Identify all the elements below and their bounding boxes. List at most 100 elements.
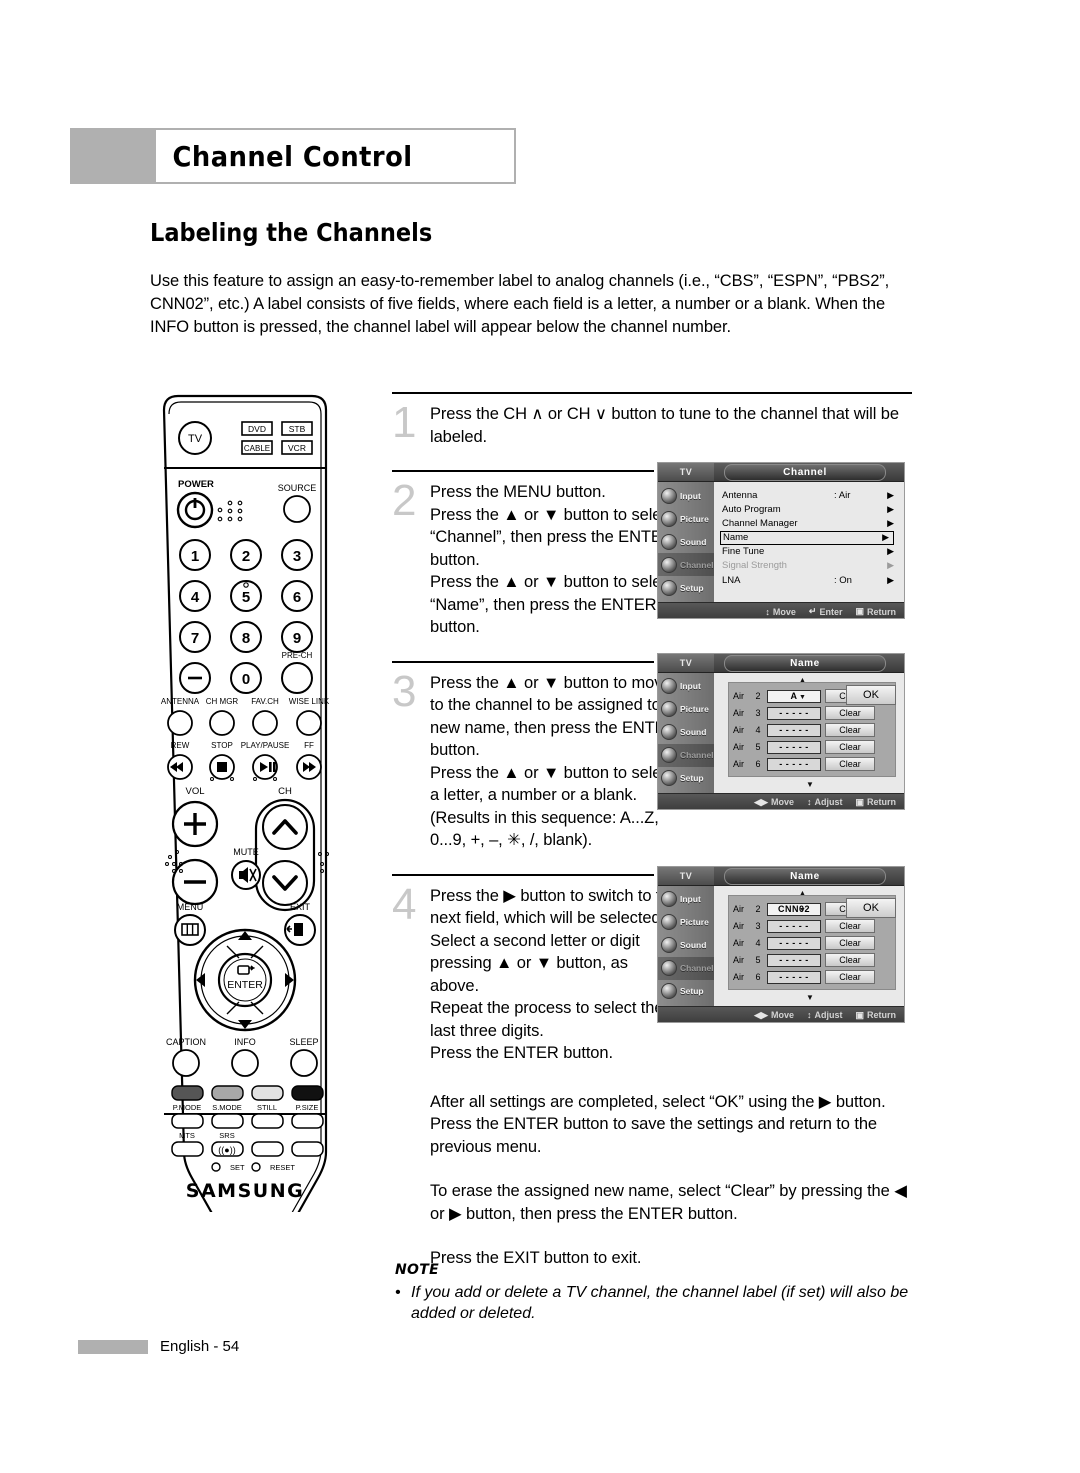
name-input-field[interactable]: - - - - - [767,919,821,933]
sidebar-item-setup[interactable]: Setup [658,980,714,1003]
sidebar-item-label: Sound [680,536,707,547]
menu-row[interactable]: Antenna : Air ▶ [722,488,898,502]
osd-title: Name [724,654,886,672]
caret-down-icon: ▼ [799,693,806,701]
name-input-field[interactable]: - - - - - [767,970,821,984]
sidebar-item-input[interactable]: Input [658,484,714,507]
name-input-field[interactable]: - - - - - [767,757,821,771]
name-row[interactable]: Air 6 - - - - - Clear [733,756,895,773]
menu-row[interactable]: LNA : On ▶ [722,573,898,587]
caret-down-icon: ▼ [799,906,806,914]
ok-button[interactable]: OK [846,684,896,705]
sidebar-item-picture[interactable]: Picture [658,698,714,721]
svg-text:RESET: RESET [270,1163,295,1172]
step-number: 3 [392,666,417,716]
sidebar-item-sound[interactable]: Sound [658,530,714,553]
svg-text:8: 8 [242,630,250,647]
menu-label: Antenna [722,489,758,501]
name-row[interactable]: Air 4 - - - - - Clear [733,722,895,739]
sidebar-item-label: Picture [680,917,709,927]
clear-button[interactable]: Clear [825,740,875,754]
remote-control-illustration: TV DVD STB CABLE VCR POWER SOURCE 1 2 3 … [150,392,340,1212]
name-input-field[interactable]: - - - - - [767,723,821,737]
step-4: 4 Press the ▶ button to switch to the ne… [392,865,922,1065]
svg-text:3: 3 [293,548,301,565]
svg-text:9: 9 [293,630,301,647]
tail-paragraph-1: After all settings are completed, select… [430,1092,886,1156]
input-icon [661,891,677,907]
updown-arrows-icon: ↕ [806,1010,812,1020]
step-1: 1 Press the CH ∧ or CH ∨ button to tune … [392,392,922,448]
band-label: Air [733,955,744,965]
channel-icon [661,556,677,573]
chevron-right-icon: ▶ [887,560,894,571]
sidebar-item-channel[interactable]: Channel [658,553,714,576]
clear-button[interactable]: Clear [825,706,875,720]
band-label: Air [733,904,744,914]
svg-text:FAV.CH: FAV.CH [251,697,279,706]
band-label: Air [733,759,744,769]
menu-row[interactable]: Channel Manager ▶ [722,516,898,530]
name-input-field[interactable]: - - - - - [767,953,821,967]
step-number: 4 [392,879,417,929]
band-label: Air [733,708,744,718]
name-row[interactable]: Air 5 - - - - - Clear [733,952,895,969]
sidebar-item-setup[interactable]: Setup [658,767,714,790]
clear-button[interactable]: Clear [825,723,875,737]
svg-text:SAMSUNG: SAMSUNG [186,1180,304,1202]
sidebar-item-channel[interactable]: Channel [658,743,714,767]
sidebar-item-label: Channel [680,559,714,570]
channel-number: 5 [755,955,761,965]
ok-button[interactable]: OK [846,897,896,918]
clear-button[interactable]: Clear [825,936,875,950]
name-row[interactable]: Air 6 - - - - - Clear [733,969,895,986]
name-row[interactable]: Air 5 - - - - - Clear [733,739,895,756]
setup-icon [661,579,677,596]
channel-number: 5 [755,742,761,752]
sidebar-item-setup[interactable]: Setup [658,576,714,599]
name-row[interactable]: Air 3 - - - - - Clear [733,918,895,935]
name-input-field[interactable]: - - - - - [767,936,821,950]
sidebar-item-label: Picture [680,704,709,714]
menu-row-selected[interactable]: Name ▶ [720,530,894,545]
step-text: Press the ▲ or ▼ button to move to the c… [430,673,678,850]
svg-text:SET: SET [230,1163,245,1172]
sidebar-item-input[interactable]: Input [658,675,714,698]
channel-number: 3 [755,921,761,931]
name-row[interactable]: Air 3 - - - - - Clear [733,705,895,722]
chevron-right-icon: ▶ [887,503,894,514]
osd-source-label: TV [658,463,714,481]
svg-text:S.MODE: S.MODE [212,1103,242,1112]
sidebar-item-picture[interactable]: Picture [658,507,714,530]
caret-up-icon: ▲ [799,676,806,684]
page-number: English - 54 [160,1338,240,1355]
svg-text:((●)): ((●)) [218,1145,235,1155]
clear-button[interactable]: Clear [825,919,875,933]
sidebar-item-sound[interactable]: Sound [658,934,714,957]
sidebar-item-channel[interactable]: Channel [658,956,714,980]
sidebar-item-label: Setup [680,773,704,783]
sidebar-item-label: Picture [680,513,709,524]
svg-text:5: 5 [242,589,250,606]
menu-row[interactable]: Auto Program ▶ [722,502,898,516]
page-footer: English - 54 [78,1338,239,1355]
name-input-field[interactable]: - - - - - [767,706,821,720]
sidebar-item-sound[interactable]: Sound [658,721,714,744]
section-title: Labeling the Channels [150,218,433,247]
sidebar-item-label: Sound [680,940,707,950]
name-input-field[interactable]: A [767,689,821,703]
name-row[interactable]: Air 4 - - - - - Clear [733,935,895,952]
sidebar-item-input[interactable]: Input [658,888,714,911]
name-input-field[interactable]: CNN02 [767,902,821,916]
hint-return: ▣ Return [855,606,896,617]
menu-row[interactable]: Fine Tune ▶ [722,545,898,559]
clear-button[interactable]: Clear [825,757,875,771]
name-input-field[interactable]: - - - - - [767,740,821,754]
sidebar-item-label: Input [680,894,701,904]
svg-text:MTS: MTS [179,1131,195,1140]
channel-number: 4 [755,725,761,735]
clear-button[interactable]: Clear [825,953,875,967]
svg-text:0: 0 [242,671,250,688]
sidebar-item-picture[interactable]: Picture [658,911,714,934]
clear-button[interactable]: Clear [825,970,875,984]
